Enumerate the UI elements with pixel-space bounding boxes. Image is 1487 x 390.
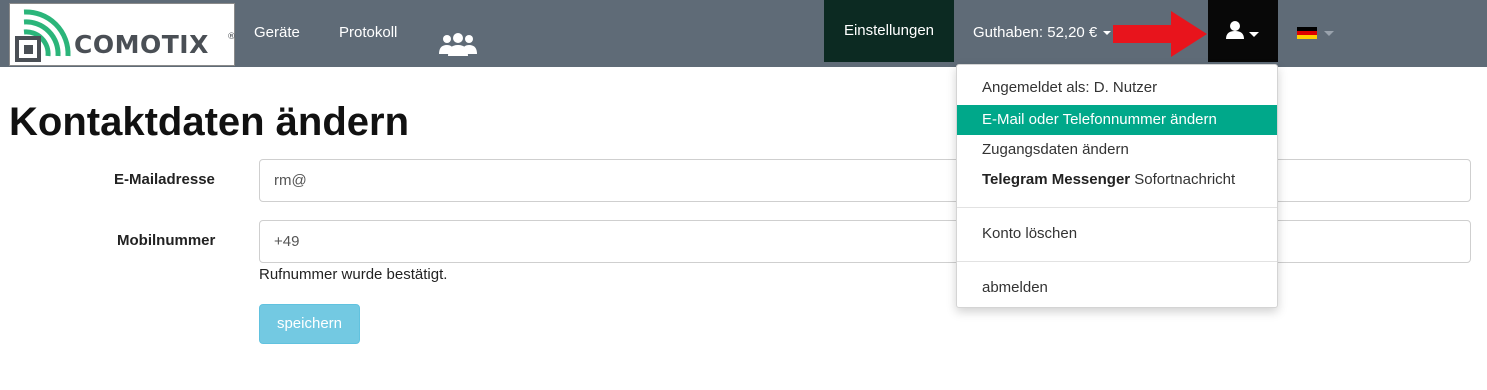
menu-item-delete-account[interactable]: Konto löschen (957, 219, 1277, 249)
top-navbar: COMOTIX ® Geräte Protokoll Einstellungen… (0, 0, 1487, 67)
signal-logo-icon (15, 9, 71, 62)
menu-item-change-access[interactable]: Zugangsdaten ändern (957, 135, 1277, 165)
menu-item-change-contact[interactable]: E-Mail oder Telefonnummer ändern (957, 105, 1277, 135)
nav-protokoll[interactable]: Protokoll (339, 0, 397, 66)
email-field[interactable]: rm@ (259, 159, 1471, 202)
menu-divider (957, 261, 1277, 262)
chevron-down-icon (1103, 31, 1112, 36)
logo-registered-mark: ® (227, 32, 236, 42)
mobile-label: Mobilnummer (117, 232, 216, 249)
email-label: E-Mailadresse (114, 171, 215, 188)
chevron-down-icon (1249, 32, 1259, 37)
menu-item-logout[interactable]: abmelden (957, 273, 1277, 303)
user-icon (1226, 21, 1244, 39)
save-button[interactable]: speichern (259, 304, 360, 344)
page-title: Kontaktdaten ändern (9, 100, 410, 144)
nav-guthaben[interactable]: Guthaben: 52,20 € (973, 0, 1112, 66)
nav-einstellungen[interactable]: Einstellungen (824, 0, 954, 62)
logged-in-as: Angemeldet als: D. Nutzer (982, 79, 1158, 96)
german-flag-icon (1297, 27, 1317, 39)
mobile-field[interactable]: +49 (259, 220, 1471, 263)
comotix-logo[interactable]: COMOTIX ® (9, 3, 236, 66)
menu-item-telegram[interactable]: Telegram Messenger Sofortnachricht (957, 165, 1277, 195)
language-selector[interactable] (1297, 27, 1337, 41)
chevron-down-icon (1324, 31, 1334, 36)
mobile-help-text: Rufnummer wurde bestätigt. (259, 266, 448, 283)
telegram-suffix: Sofortnachricht (1130, 171, 1236, 188)
telegram-label: Telegram Messenger (982, 171, 1131, 188)
nav-geraete[interactable]: Geräte (254, 0, 300, 66)
user-dropdown-menu: Angemeldet als: D. Nutzer E-Mail oder Te… (956, 64, 1278, 308)
user-menu-toggle[interactable] (1208, 0, 1278, 62)
users-group-icon[interactable] (438, 20, 478, 56)
red-arrow-annotation (1113, 11, 1207, 57)
logo-text: COMOTIX (74, 30, 209, 59)
guthaben-label: Guthaben: 52,20 € (973, 24, 1098, 41)
menu-divider (957, 207, 1277, 208)
